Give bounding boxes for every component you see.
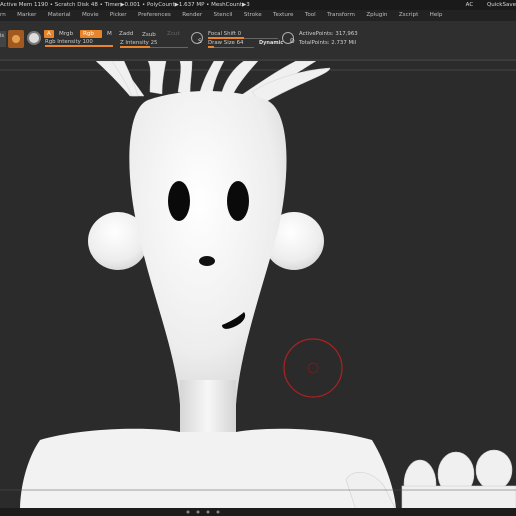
ac-label[interactable]: AC xyxy=(466,2,474,8)
menu-item-picker[interactable]: Picker xyxy=(110,10,127,21)
neck xyxy=(180,380,236,440)
mrgb-button[interactable]: Mrgb xyxy=(56,30,76,38)
status-right: AC QuickSave xyxy=(454,0,516,10)
dynamic-button[interactable]: Dynamic xyxy=(259,40,283,46)
focal-shift-slider[interactable]: Focal Shift 0 xyxy=(208,30,278,39)
rgb-intensity-fill xyxy=(45,45,113,47)
menu-item-zscript[interactable]: Zscript xyxy=(399,10,418,21)
brush-cursor xyxy=(283,338,343,398)
stroke-icon[interactable] xyxy=(27,31,41,45)
menu-item-transform[interactable]: Transform xyxy=(327,10,355,21)
menu-item-zplugin[interactable]: Zplugin xyxy=(366,10,387,21)
shoulders xyxy=(20,428,396,508)
zcut-button[interactable]: Zcut xyxy=(164,30,183,38)
nose xyxy=(199,256,215,266)
brush-cursor-center xyxy=(307,362,319,374)
menu-item-movie[interactable]: Movie xyxy=(82,10,99,21)
draw-size-track xyxy=(208,47,254,48)
rgb-intensity-slider[interactable]: Rgb Intensity 100 xyxy=(45,38,113,47)
zsub-button[interactable]: Zsub xyxy=(139,31,159,39)
a-button[interactable]: A xyxy=(44,30,54,38)
bottom-shelf xyxy=(0,508,516,516)
quicksave-button[interactable]: QuickSave xyxy=(487,2,516,8)
rgb-button[interactable]: Rgb xyxy=(80,30,102,38)
menu-item-rn[interactable]: rn xyxy=(0,10,6,21)
draw-size-fill xyxy=(208,46,214,48)
s-label: S xyxy=(198,38,202,45)
brush-icon[interactable] xyxy=(8,30,24,48)
head xyxy=(129,91,287,405)
draw-size-slider[interactable]: Draw Size 64 xyxy=(208,39,254,48)
menu-item-stroke[interactable]: Stroke xyxy=(244,10,262,21)
sculpt-model xyxy=(0,61,516,508)
side-label: is xyxy=(0,33,4,39)
zadd-button[interactable]: Zadd xyxy=(116,30,136,38)
z-intensity-fill xyxy=(120,46,150,48)
right-eye xyxy=(227,181,249,221)
active-points: ActivePoints: 317,963 xyxy=(299,31,358,37)
total-points: TotalPoints: 2.737 Mil xyxy=(299,40,357,46)
canvas-viewport[interactable] xyxy=(0,61,516,508)
menu-item-preferences[interactable]: Preferences xyxy=(138,10,171,21)
d-label: D xyxy=(290,38,295,45)
status-bar: Active Mem 1190 • Scratch Disk 48 • Time… xyxy=(0,0,516,10)
toolbar: is A Mrgb Rgb M Zadd Zsub Zcut Rgb Inten… xyxy=(0,21,516,60)
status-info: Active Mem 1190 • Scratch Disk 48 • Time… xyxy=(0,2,250,8)
menu-item-marker[interactable]: Marker xyxy=(17,10,36,21)
menu-item-texture[interactable]: Texture xyxy=(273,10,293,21)
m-button[interactable]: M xyxy=(104,30,115,38)
menu-item-material[interactable]: Material xyxy=(48,10,71,21)
menu-item-help[interactable]: Help xyxy=(430,10,443,21)
bottom-shelf-icons xyxy=(186,510,220,514)
z-intensity-slider[interactable]: Z Intensity 25 xyxy=(120,39,188,48)
left-eye xyxy=(168,181,190,221)
menu-bar: rn Marker Material Movie Picker Preferen… xyxy=(0,10,516,21)
menu-item-tool[interactable]: Tool xyxy=(305,10,316,21)
menu-item-stencil[interactable]: Stencil xyxy=(214,10,233,21)
menu-item-render[interactable]: Render xyxy=(182,10,202,21)
